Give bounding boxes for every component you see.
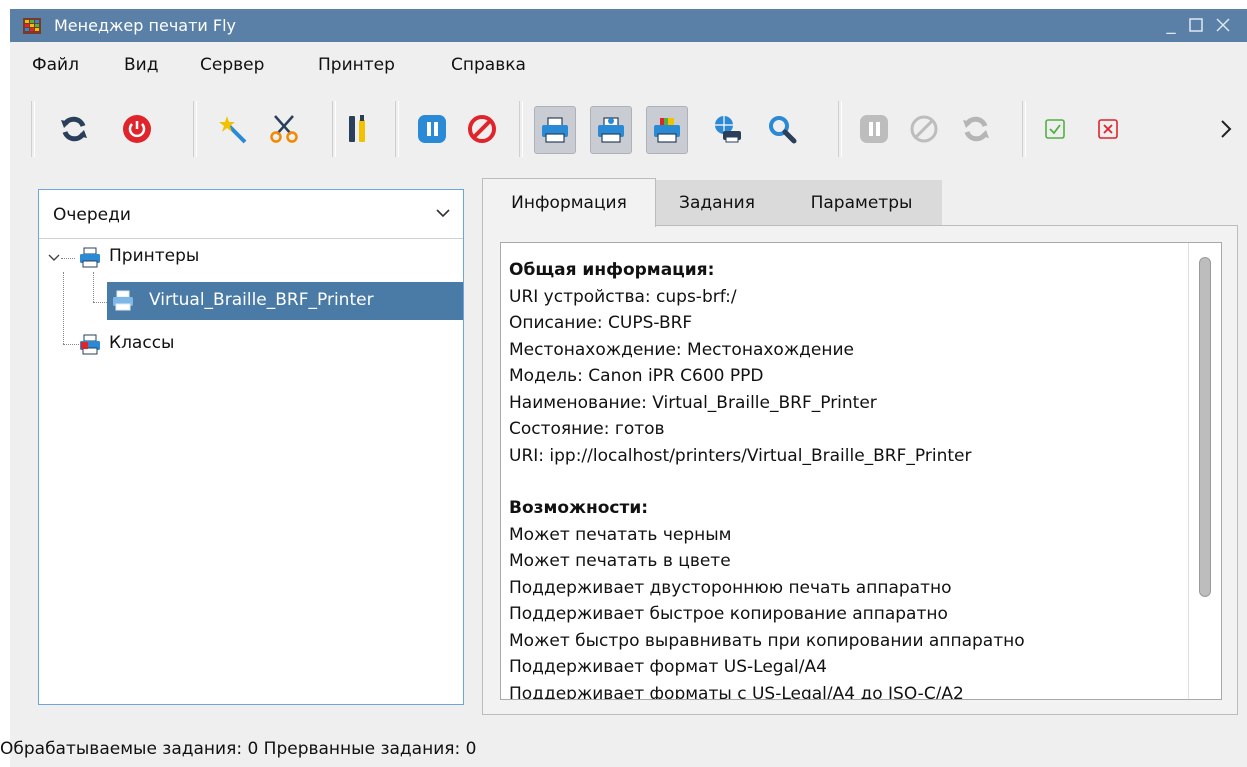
window-title: Менеджер печати Fly [54,16,236,35]
info-line: Состояние: готов [509,419,665,439]
refresh-disabled-icon [956,106,996,152]
info-line: URI: ipp://localhost/printers/Virtual_Br… [509,445,972,466]
cut-icon[interactable] [264,106,304,152]
info-line: Наименование: Virtual_Braille_BRF_Printe… [509,392,877,413]
queues-combobox-label: Очереди [53,205,131,225]
queues-combobox[interactable]: Очереди [39,190,463,239]
wizard-icon[interactable] [214,106,254,152]
tab-jobs-label: Задания [679,193,755,213]
menu-printer[interactable]: Принтер [318,55,395,75]
printer-info-text: Общая информация: URI устройства: cups-b… [509,257,1025,700]
info-line: URI устройства: cups-brf:/ [509,286,737,307]
refresh-icon[interactable] [54,106,94,152]
toolbar-separator [395,101,399,157]
status-text: Обрабатываемые задания: 0 Прерванные зад… [0,739,477,759]
capability-line: Поддерживает формат US-Legal/A4 [509,657,827,677]
tab-jobs[interactable]: Задания [653,180,781,226]
toolbar-separator [1022,101,1026,157]
printer-class-icon [80,334,100,355]
toolbar-separator [332,101,336,157]
tree-line [63,272,64,344]
tree-line [93,302,107,303]
tree-printers-node[interactable]: Принтеры [109,246,199,266]
menu-file[interactable]: Файл [32,55,79,75]
app-icon [23,18,41,34]
menu-view[interactable]: Вид [124,55,158,75]
tree-line [93,272,94,302]
expand-arrow-icon[interactable] [47,253,61,263]
capability-line: Поддерживает двустороннюю печать аппарат… [509,577,952,598]
capability-line: Поддерживает форматы с US-Legal/A4 до IS… [509,683,964,700]
tab-info-label: Информация [511,193,627,213]
pause-icon[interactable] [412,106,452,152]
menu-server[interactable]: Сервер [200,55,264,75]
more-chevron-icon[interactable] [1206,106,1246,152]
app-root: Менеджер печати Fly _ Файл Вид Сервер Пр… [0,0,1247,767]
accept-icon[interactable] [1035,106,1075,152]
printer-icon [80,247,100,268]
title-bar: Менеджер печати Fly _ [10,9,1247,42]
printer-info-box: Общая информация: URI устройства: cups-b… [500,242,1222,700]
tree-classes-node[interactable]: Классы [109,333,174,353]
maximize-icon[interactable] [1184,14,1208,36]
general-info-header: Общая информация: [509,260,715,280]
status-bar: Обрабатываемые задания: 0 Прерванные зад… [0,736,1247,767]
search-icon[interactable] [762,106,802,152]
capability-line: Может печатать в цвете [509,551,731,571]
info-line: Модель: Canon iPR C600 PPD [509,366,764,386]
chevron-down-icon [436,209,450,218]
stop-icon[interactable] [462,106,502,152]
toolbar [10,95,1247,165]
capability-line: Может печатать черным [509,524,732,545]
printer-icon [113,290,133,311]
power-icon[interactable] [117,106,157,152]
menu-help[interactable]: Справка [451,55,526,75]
network-printer-icon[interactable] [708,106,748,152]
toolbar-separator [193,101,197,157]
queues-panel: Очереди Принтеры Virtual_Braille_BRF_Pri… [38,189,464,705]
tree-line [63,344,79,345]
minimize-icon[interactable]: _ [1159,14,1183,36]
capabilities-header: Возможности: [509,498,649,518]
printer-color-icon[interactable] [646,106,688,154]
tab-parameters-label: Параметры [810,193,913,213]
tab-parameters[interactable]: Параметры [781,180,942,226]
tools-icon[interactable] [337,106,377,152]
pause-disabled-icon [854,106,894,152]
printer-icon[interactable] [534,106,576,154]
info-line: Описание: CUPS-BRF [509,313,693,333]
capability-line: Поддерживает быстрое копирование аппарат… [509,604,948,624]
capability-line: Может быстро выравнивать при копировании… [509,630,1025,651]
info-scrollbar[interactable] [1188,243,1217,699]
toolbar-separator [31,101,35,157]
toolbar-separator [519,101,523,157]
info-line: Местонахождение: Местонахождение [509,339,854,360]
cancel-disabled-icon [904,106,944,152]
info-scrollbar-thumb[interactable] [1199,257,1211,597]
printer-add-icon[interactable] [590,106,632,154]
toolbar-separator [838,101,842,157]
tree-line [61,258,75,259]
tab-info[interactable]: Информация [482,178,656,227]
reject-icon[interactable] [1088,106,1128,152]
close-icon[interactable] [1211,14,1235,36]
tree-printer-item-label: Virtual_Braille_BRF_Printer [149,290,374,310]
